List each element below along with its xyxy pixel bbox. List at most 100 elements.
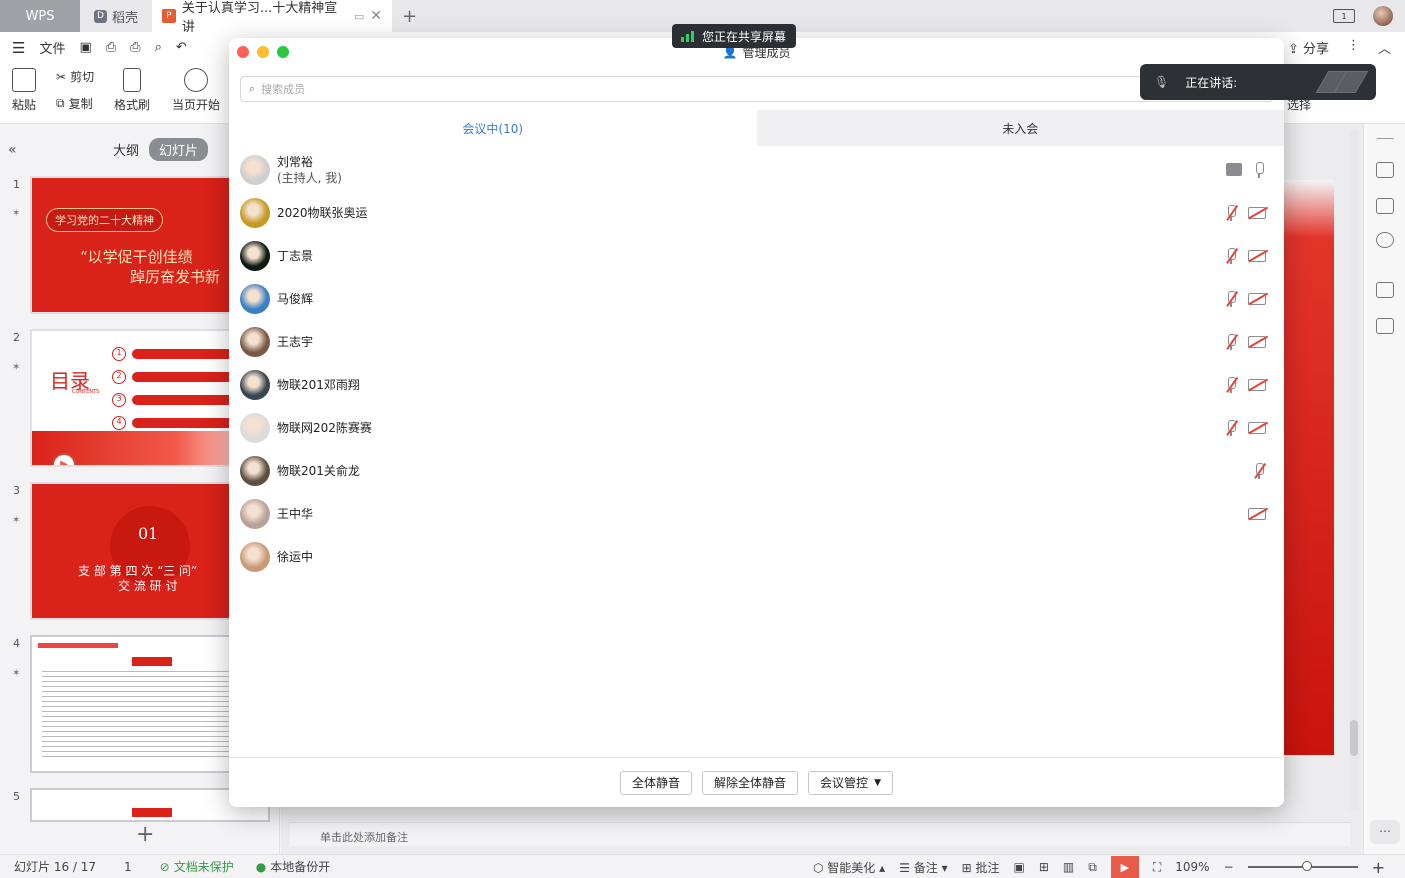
undo-icon[interactable]: ↶ (176, 40, 187, 55)
cut-button[interactable]: ✂ 剪切 (56, 68, 94, 85)
user-avatar[interactable] (1373, 6, 1393, 26)
member-row[interactable]: 物联201邓雨翔 (229, 363, 1284, 406)
member-row[interactable]: 丁志景 (229, 234, 1284, 277)
maximize-window-button[interactable] (277, 46, 289, 58)
window-layout-icon[interactable]: 1 (1333, 9, 1355, 23)
new-tab-button[interactable]: + (392, 6, 427, 27)
menu-file[interactable]: 文件 (39, 38, 65, 57)
paste-button[interactable]: 粘贴 (12, 68, 36, 113)
more-icon[interactable]: ⋮ (1347, 38, 1360, 57)
mic-muted-icon[interactable] (1224, 204, 1238, 221)
camera-off-icon[interactable] (1248, 421, 1268, 434)
mic-muted-icon[interactable] (1224, 376, 1238, 393)
hamburger-icon[interactable]: ☰ (12, 39, 25, 57)
camera-off-icon[interactable] (1248, 507, 1268, 520)
reading-view-icon[interactable]: ▥ (1063, 860, 1074, 874)
member-row[interactable]: 2020物联张奥运 (229, 191, 1284, 234)
right-sidebar: ⋯ (1363, 124, 1405, 854)
history-icon[interactable] (1376, 232, 1394, 248)
preview-icon[interactable]: ⌕ (155, 40, 162, 55)
screen-icon[interactable]: ▭ (354, 10, 364, 23)
slide3-big: 01 (138, 524, 159, 543)
microphone-icon: 🎙 (1154, 75, 1170, 89)
backup-status[interactable]: ● 本地备份开 (256, 858, 331, 875)
screen-share-icon[interactable] (1226, 163, 1242, 176)
member-row[interactable]: 王志宇 (229, 320, 1284, 363)
properties-icon[interactable] (1376, 162, 1394, 178)
scroll-thumb[interactable] (1350, 720, 1358, 756)
slide-canvas-edge[interactable] (1284, 180, 1334, 755)
tab-slides[interactable]: 幻灯片 (148, 138, 208, 161)
mute-all-button[interactable]: 全体静音 (620, 770, 693, 795)
fit-window-icon[interactable]: ⛶ (1153, 860, 1161, 875)
member-avatar (240, 412, 270, 443)
export-icon[interactable]: ⎙ (106, 40, 116, 55)
mic-muted-icon[interactable] (1252, 462, 1266, 479)
tab-not-joined[interactable]: 未入会 (756, 110, 1284, 146)
comment-pane-icon[interactable] (1376, 318, 1394, 334)
member-name-block: 马俊辉 (277, 291, 313, 307)
tab-daoke[interactable]: D 稻壳 (80, 0, 152, 32)
close-window-button[interactable] (237, 46, 249, 58)
add-slide-button[interactable]: + (136, 822, 154, 847)
tab-document[interactable]: P 关于认真学习...十大精神宣讲 ▭ ✕ (152, 0, 393, 35)
grid-view-icon[interactable]: ⊞ (1039, 860, 1049, 874)
screen-share-banner[interactable]: 您正在共享屏幕 (672, 24, 796, 48)
camera-off-icon[interactable] (1248, 292, 1268, 305)
share-button[interactable]: ⇪ 分享 (1288, 38, 1329, 57)
beautify-button[interactable]: ⬡ 智能美化 ▴ (813, 859, 885, 876)
zoom-out-icon[interactable]: − (1224, 860, 1234, 874)
mic-muted-icon[interactable] (1224, 333, 1238, 350)
tab-wps[interactable]: WPS (0, 0, 80, 32)
mic-muted-icon[interactable] (1224, 419, 1238, 436)
unmute-all-button[interactable]: 解除全体静音 (702, 770, 799, 795)
star-icon[interactable] (1376, 282, 1394, 298)
member-search[interactable]: ⌕ (240, 76, 1273, 102)
tab-outline[interactable]: 大纲 (103, 138, 149, 161)
tab-in-meeting[interactable]: 会议中(10) (229, 110, 757, 146)
minimize-window-button[interactable] (257, 46, 269, 58)
slideshow-play-button[interactable]: ▶ (1110, 856, 1139, 878)
zoom-in-icon[interactable]: + (1372, 858, 1385, 877)
doc-protect-status[interactable]: ⊘ 文档未保护 (160, 858, 234, 875)
collapse-pane-icon[interactable]: « (8, 142, 17, 158)
search-input[interactable] (261, 82, 562, 96)
notes-area[interactable]: 单击此处添加备注 (290, 822, 1350, 846)
mic-muted-icon[interactable] (1224, 290, 1238, 307)
meeting-control-button[interactable]: 会议管控 ▼ (808, 770, 893, 795)
comment-button[interactable]: ⊞ 批注 (962, 859, 1000, 876)
camera-off-icon[interactable] (1248, 335, 1268, 348)
member-row[interactable]: 物联201关俞龙 (229, 449, 1284, 492)
camera-off-icon[interactable] (1248, 249, 1268, 262)
zoom-level[interactable]: 109% (1175, 860, 1209, 874)
collapse-ribbon-icon[interactable]: ︿ (1378, 38, 1391, 57)
more-tools-icon[interactable]: ⋯ (1370, 820, 1400, 844)
copy-button[interactable]: ⧉ 复制 (56, 95, 93, 112)
screen-share-label: 您正在共享屏幕 (702, 29, 787, 44)
zoom-slider[interactable] (1247, 861, 1358, 871)
animation-pane-icon[interactable] (1376, 198, 1394, 214)
member-row[interactable]: 马俊辉 (229, 277, 1284, 320)
member-row[interactable]: 王中华 (229, 492, 1284, 535)
camera-off-icon[interactable] (1248, 378, 1268, 391)
from-current-button[interactable]: 当页开始 (172, 68, 220, 113)
animation-icon: ✶ (12, 668, 21, 679)
format-painter-button[interactable]: 格式刷 (114, 68, 150, 113)
member-row[interactable]: 刘常裕 (主持人, 我) (229, 148, 1284, 191)
presenter-icon[interactable]: ⧉ (1088, 860, 1097, 875)
member-name-block: 2020物联张奥运 (277, 205, 368, 221)
notes-button[interactable]: ☰ 备注 ▾ (899, 859, 947, 876)
slide3-line2: 交 流 研 讨 (118, 579, 178, 593)
member-row[interactable]: 徐运中 (229, 535, 1284, 578)
mic-muted-icon[interactable] (1224, 247, 1238, 264)
member-row[interactable]: 物联网202陈赛赛 (229, 406, 1284, 449)
save-icon[interactable]: ▣ (79, 40, 91, 55)
print-icon[interactable]: ⎙ (130, 40, 140, 55)
close-tab-icon[interactable]: ✕ (370, 8, 382, 24)
camera-off-icon[interactable] (1248, 206, 1268, 219)
mic-icon[interactable] (1252, 161, 1266, 178)
zoom-slider-knob[interactable] (1301, 861, 1312, 871)
normal-view-icon[interactable]: ▣ (1013, 860, 1024, 874)
member-status-icons (1224, 406, 1268, 449)
vertical-scrollbar[interactable] (1349, 130, 1359, 810)
